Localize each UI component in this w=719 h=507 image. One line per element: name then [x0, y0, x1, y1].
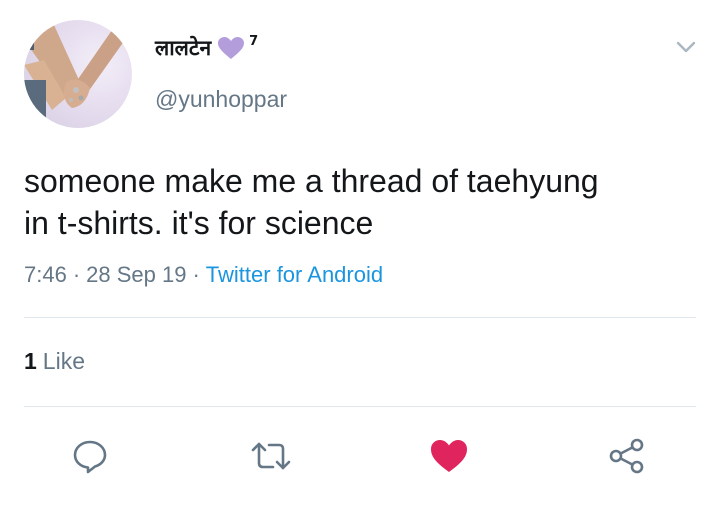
avatar-image: [24, 20, 132, 128]
reply-icon: [73, 440, 107, 474]
tweet-date: 28 Sep 19: [86, 262, 187, 287]
share-button[interactable]: [607, 436, 647, 476]
retweet-icon: [251, 442, 291, 470]
tweet-time: 7:46: [24, 262, 67, 287]
like-count-label: Like: [42, 348, 85, 374]
retweet-button[interactable]: [251, 436, 291, 476]
like-button[interactable]: [429, 436, 469, 476]
chevron-down-icon[interactable]: [676, 40, 696, 54]
like-count-number: 1: [24, 348, 37, 374]
avatar[interactable]: [24, 20, 132, 128]
display-name-row[interactable]: लालटेन 7: [155, 34, 258, 62]
divider: [24, 317, 696, 318]
name-superscript: 7: [249, 34, 259, 49]
tweet-meta: 7:46 · 28 Sep 19 · Twitter for Android: [24, 262, 383, 288]
share-icon: [609, 438, 644, 474]
reply-button[interactable]: [70, 436, 110, 476]
separator: ·: [72, 262, 81, 287]
divider: [24, 406, 696, 407]
heart-icon: [431, 440, 467, 472]
tweet-text: someone make me a thread of taehyung in …: [24, 163, 599, 241]
purple-heart-icon: [217, 36, 245, 60]
likes-count[interactable]: 1 Like: [24, 348, 85, 375]
user-handle[interactable]: @yunhoppar: [155, 86, 287, 113]
tweet-source-link[interactable]: Twitter for Android: [206, 262, 383, 288]
display-name[interactable]: लालटेन: [155, 34, 211, 62]
separator: ·: [192, 262, 200, 287]
